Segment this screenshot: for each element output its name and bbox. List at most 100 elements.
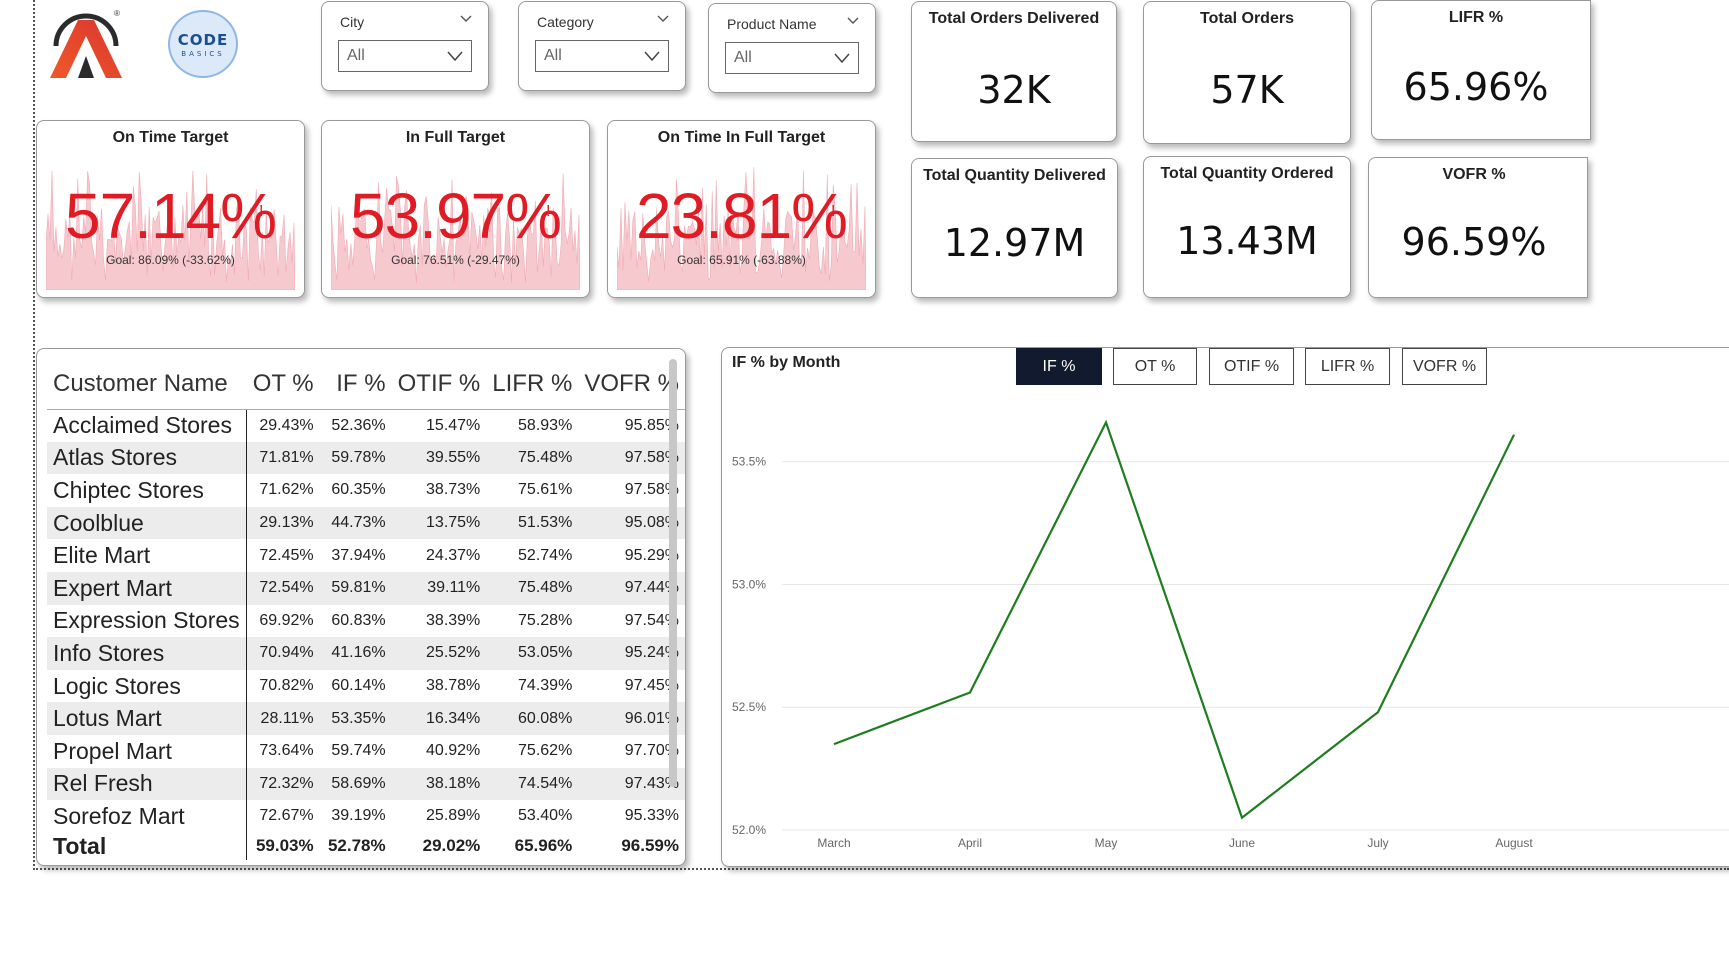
in-full-target-card[interactable]: In Full Target 53.97% ! Goal: 76.51% (-2… xyxy=(321,120,590,298)
column-header-if[interactable]: IF % xyxy=(319,359,392,410)
total-name: Total xyxy=(47,832,247,860)
cell-otif: 38.39% xyxy=(426,611,481,629)
cell-name: Logic Stores xyxy=(47,669,247,703)
table-row[interactable]: Logic Stores 70.82% 60.14% 38.78% 74.39% 97.4… xyxy=(47,669,685,703)
vofr-card[interactable]: VOFR % 96.59% xyxy=(1368,157,1588,298)
cell-otif: 39.55% xyxy=(391,441,487,475)
y-tick-label: 53.5% xyxy=(732,455,766,469)
y-tick-label: 52.0% xyxy=(732,823,766,837)
product-name-dropdown[interactable]: All xyxy=(725,42,859,74)
cell-lifr: 75.48% xyxy=(486,571,579,605)
data-point[interactable] xyxy=(1512,432,1517,437)
cell-if: 58.69% xyxy=(319,767,392,801)
cell-otif: 40.92% xyxy=(426,742,481,760)
product-name-slicer[interactable]: Product Name All xyxy=(708,3,876,93)
cell-if: 37.94% xyxy=(331,546,386,564)
total-quantity-delivered-card[interactable]: Total Quantity Delivered 12.97M xyxy=(911,158,1118,298)
cell-if: 44.73% xyxy=(319,506,392,540)
cell-if: 60.83% xyxy=(331,611,386,629)
atliq-logo: ® xyxy=(50,9,122,78)
if-by-month-chart[interactable]: IF % by Month IF % OT % OTIF % LIFR % VO… xyxy=(721,347,1729,867)
total-quantity-ordered-card[interactable]: Total Quantity Ordered 13.43M xyxy=(1143,156,1351,298)
svg-text:®: ® xyxy=(114,9,120,18)
series-line[interactable] xyxy=(833,419,1515,820)
cell-lifr: 75.48% xyxy=(486,441,579,475)
cell-otif: 24.37% xyxy=(426,546,481,564)
city-slicer-label: City xyxy=(340,14,365,30)
cell-if: 52.36% xyxy=(331,416,386,434)
cell-ot: 70.82% xyxy=(259,677,314,695)
cell-lifr: 52.74% xyxy=(518,546,573,564)
cell-name: Sorefoz Mart xyxy=(47,800,247,833)
total-orders-delivered-title: Total Orders Delivered xyxy=(928,10,1100,27)
total-quantity-delivered-value: 12.97M xyxy=(943,221,1086,265)
cell-name: Lotus Mart xyxy=(47,702,247,735)
cell-ot: 71.62% xyxy=(259,481,314,499)
customer-table-grid: Customer Name OT % IF % OTIF % LIFR % VO… xyxy=(47,359,685,860)
cell-otif: 38.73% xyxy=(426,481,481,499)
warning-icon: ! xyxy=(546,203,551,220)
chevron-down-icon xyxy=(644,51,660,62)
table-row[interactable]: Acclaimed Stores 29.43% 52.36% 15.47% 58.93%… xyxy=(47,409,685,442)
cell-lifr: 75.62% xyxy=(518,742,573,760)
table-row[interactable]: Chiptec Stores 71.62% 60.35% 38.73% 75.61% 97… xyxy=(47,474,685,507)
cell-if: 41.16% xyxy=(319,637,392,670)
lifr-value: 65.96% xyxy=(1403,65,1549,109)
table-row[interactable]: Sorefoz Mart 72.67% 39.19% 25.89% 53.40% 95.3… xyxy=(47,800,685,833)
table-row[interactable]: Elite Mart 72.45% 37.94% 24.37% 52.74% 95.29% xyxy=(47,539,685,572)
total-if: 52.78% xyxy=(327,836,386,856)
chevron-down-icon xyxy=(447,51,463,62)
customer-table[interactable]: Customer Name OT % IF % OTIF % LIFR % VO… xyxy=(36,348,686,866)
column-header-lifr[interactable]: LIFR % xyxy=(486,359,579,410)
table-row[interactable]: Atlas Stores 71.81% 59.78% 39.55% 75.48% 97.5… xyxy=(47,441,685,475)
data-point[interactable] xyxy=(832,742,837,747)
y-tick-label: 52.5% xyxy=(732,700,766,714)
chevron-down-icon[interactable] xyxy=(657,14,669,24)
cell-lifr: 53.40% xyxy=(518,807,573,825)
x-tick-label: April xyxy=(958,836,982,850)
city-slicer[interactable]: City All xyxy=(321,1,489,91)
column-header-customer-name[interactable]: Customer Name xyxy=(47,359,247,410)
cell-ot: 29.43% xyxy=(259,416,314,434)
total-quantity-delivered-title: Total Quantity Delivered xyxy=(923,167,1106,184)
city-dropdown[interactable]: All xyxy=(338,40,472,72)
column-header-ot[interactable]: OT % xyxy=(246,359,320,410)
chevron-down-icon[interactable] xyxy=(460,14,472,24)
cell-ot: 72.54% xyxy=(246,571,320,605)
table-scrollbar[interactable] xyxy=(669,359,677,787)
cell-ot: 70.94% xyxy=(246,637,320,670)
x-tick-label: June xyxy=(1229,836,1255,850)
cell-otif: 38.18% xyxy=(391,767,487,801)
table-row[interactable]: Expert Mart 72.54% 59.81% 39.11% 75.48% 97.44… xyxy=(47,571,685,605)
table-row[interactable]: Rel Fresh 72.32% 58.69% 38.18% 74.54% 97.43% xyxy=(47,767,685,801)
data-point[interactable] xyxy=(1104,420,1109,425)
otif-target-goal: Goal: 65.91% (-63.88%) xyxy=(677,253,806,267)
total-orders-delivered-card[interactable]: Total Orders Delivered 32K xyxy=(911,1,1117,142)
chevron-down-icon[interactable] xyxy=(847,16,859,26)
cell-otif: 25.52% xyxy=(391,637,487,670)
total-orders-card[interactable]: Total Orders 57K xyxy=(1143,1,1351,144)
table-row[interactable]: Coolblue 29.13% 44.73% 13.75% 51.53% 95.08% xyxy=(47,506,685,540)
x-tick-label: July xyxy=(1367,836,1388,850)
warning-icon: ! xyxy=(259,203,264,220)
category-dropdown[interactable]: All xyxy=(535,40,669,72)
column-header-otif[interactable]: OTIF % xyxy=(391,359,487,410)
lifr-card[interactable]: LIFR % 65.96% xyxy=(1371,0,1591,140)
data-point[interactable] xyxy=(1240,815,1245,820)
cell-name: Elite Mart xyxy=(47,539,247,572)
data-point[interactable] xyxy=(968,690,973,695)
x-tick-label: March xyxy=(817,836,850,850)
cell-otif: 15.47% xyxy=(426,416,481,434)
table-row[interactable]: Propel Mart 73.64% 59.74% 40.92% 75.62% 97.70… xyxy=(47,734,685,768)
category-slicer[interactable]: Category All xyxy=(518,1,686,91)
table-row[interactable]: Expression Stores 69.92% 60.83% 38.39% 75.28… xyxy=(47,604,685,638)
total-lifr: 65.96% xyxy=(514,836,573,856)
table-row[interactable]: Info Stores 70.94% 41.16% 25.52% 53.05% 95.24… xyxy=(47,637,685,670)
cell-ot: 71.81% xyxy=(246,441,320,475)
otif-target-card[interactable]: On Time In Full Target 23.81% ! Goal: 65… xyxy=(607,120,876,298)
vofr-value: 96.59% xyxy=(1401,220,1547,264)
table-row[interactable]: Lotus Mart 28.11% 53.35% 16.34% 60.08% 96.01% xyxy=(47,702,685,735)
on-time-target-card[interactable]: On Time Target 57.14% ! Goal: 86.09% (-3… xyxy=(36,120,305,298)
data-point[interactable] xyxy=(1376,710,1381,715)
cell-name: Chiptec Stores xyxy=(47,474,247,507)
